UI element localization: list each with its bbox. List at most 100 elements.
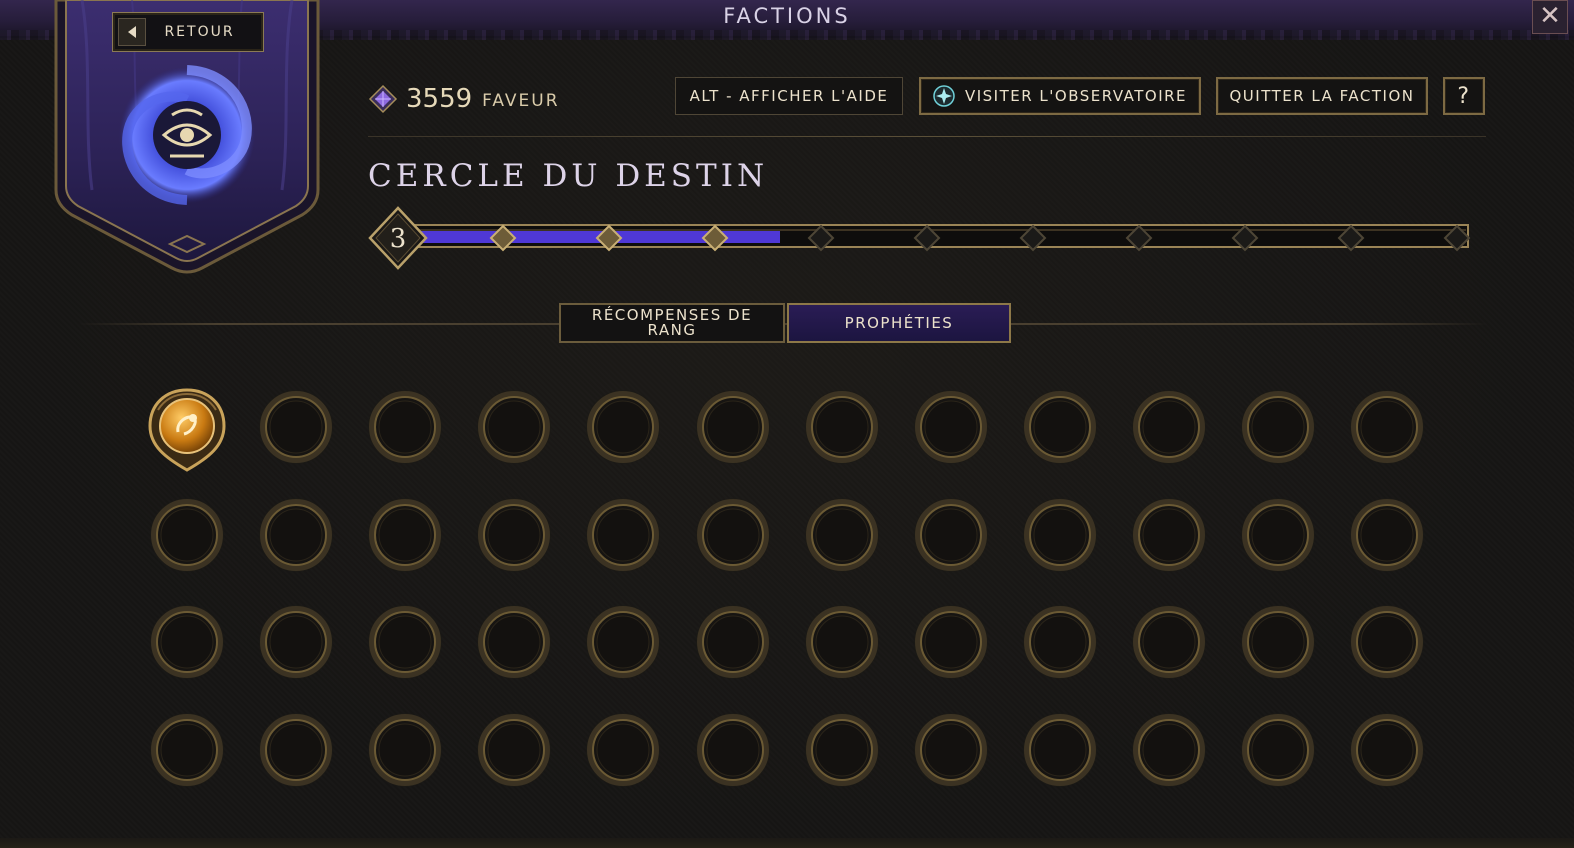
empty-slot-ring-icon [368,605,442,679]
prophecy-slot-empty[interactable] [366,496,444,574]
prophecy-slot-empty[interactable] [1348,496,1426,574]
prophecy-slot-empty[interactable] [694,496,772,574]
prophecy-slot-empty[interactable] [1239,711,1317,789]
tab-rank-rewards[interactable]: RÉCOMPENSES DE RANG [559,303,785,343]
faction-name: CERCLE DU DESTIN [368,158,769,194]
leave-faction-button[interactable]: QUITTER LA FACTION [1216,77,1428,115]
current-rank-badge: 3 [368,206,428,270]
prophecy-slot-empty[interactable] [1021,388,1099,466]
empty-slot-ring-icon [1241,713,1315,787]
prophecy-slot-empty[interactable] [366,388,444,466]
tab-prophecies-label: PROPHÉTIES [844,313,954,332]
prophecy-slot-empty[interactable] [1021,603,1099,681]
back-arrow-icon [118,18,146,46]
back-button-label: RETOUR [164,24,235,40]
prophecy-slot-empty[interactable] [1348,388,1426,466]
empty-slot-ring-icon [696,498,770,572]
empty-slot-ring-icon [150,605,224,679]
tab-prophecies[interactable]: PROPHÉTIES [787,303,1011,343]
close-button[interactable]: ✕ [1532,0,1568,34]
tab-rank-rewards-label: RÉCOMPENSES DE RANG [591,306,753,339]
empty-slot-ring-icon [1350,498,1424,572]
prophecy-slot-empty[interactable] [584,496,662,574]
empty-slot-ring-icon [1023,498,1097,572]
prophecy-slot-empty[interactable] [912,603,990,681]
prophecy-slot-empty[interactable] [475,711,553,789]
prophecy-slot-empty[interactable] [694,603,772,681]
empty-slot-ring-icon [586,498,660,572]
divider [368,136,1486,137]
empty-slot-ring-icon [805,498,879,572]
prophecy-slot-empty[interactable] [475,388,553,466]
favor-label: FAVEUR [482,91,560,111]
empty-slot-ring-icon [1241,390,1315,464]
empty-slot-ring-icon [696,390,770,464]
empty-slot-ring-icon [1132,605,1206,679]
prophecy-slot-empty[interactable] [257,388,335,466]
prophecy-slot-empty[interactable] [1348,603,1426,681]
prophecy-slot-empty[interactable] [1130,603,1208,681]
prophecy-slot-empty[interactable] [1130,388,1208,466]
favor-value: 3559 [406,84,473,114]
prophecy-slot-empty[interactable] [257,603,335,681]
prophecy-slot-empty[interactable] [912,711,990,789]
prophecy-slot-empty[interactable] [803,496,881,574]
prophecy-slot-empty[interactable] [803,711,881,789]
rank-progress-bar: 3 [368,206,1471,270]
prophecy-slot-empty[interactable] [148,496,226,574]
empty-slot-ring-icon [1350,390,1424,464]
current-rank-number: 3 [390,224,407,254]
empty-slot-ring-icon [696,605,770,679]
empty-slot-ring-icon [1023,390,1097,464]
favor-gem-icon [368,84,398,114]
golden-orb-prophecy-icon [148,388,226,472]
bottom-edge [0,838,1574,848]
empty-slot-ring-icon [1132,713,1206,787]
prophecy-slot-empty[interactable] [694,711,772,789]
visit-observatory-button[interactable]: VISITER L'OBSERVATOIRE [919,77,1201,115]
help-button[interactable]: ? [1443,77,1485,115]
prophecy-slot-empty[interactable] [257,496,335,574]
prophecy-slot-empty[interactable] [475,603,553,681]
prophecy-slot-empty[interactable] [1130,711,1208,789]
prophecy-slot-empty[interactable] [475,496,553,574]
prophecy-slot-empty[interactable] [1348,711,1426,789]
back-button[interactable]: RETOUR [112,12,264,52]
prophecy-slot-empty[interactable] [1021,496,1099,574]
help-hint-button[interactable]: ALT - AFFICHER L'AIDE [675,77,903,115]
prophecy-slot-empty[interactable] [366,711,444,789]
prophecy-slot-empty[interactable] [912,496,990,574]
empty-slot-ring-icon [477,390,551,464]
empty-slot-ring-icon [259,498,333,572]
empty-slot-ring-icon [914,390,988,464]
prophecy-slot-empty[interactable] [803,388,881,466]
empty-slot-ring-icon [1350,713,1424,787]
prophecy-slot-empty[interactable] [1130,496,1208,574]
prophecy-slot-empty[interactable] [1021,711,1099,789]
prophecy-slot-filled[interactable] [148,388,226,472]
prophecy-slot-empty[interactable] [584,711,662,789]
prophecy-slot-empty[interactable] [694,388,772,466]
prophecy-slot-empty[interactable] [1239,603,1317,681]
empty-slot-ring-icon [477,605,551,679]
empty-slot-ring-icon [150,498,224,572]
empty-slot-ring-icon [586,390,660,464]
empty-slot-ring-icon [914,605,988,679]
prophecy-slot-empty[interactable] [1239,496,1317,574]
eye-vortex-emblem-icon [119,65,255,205]
empty-slot-ring-icon [259,390,333,464]
empty-slot-ring-icon [1132,498,1206,572]
prophecy-slot-empty[interactable] [912,388,990,466]
prophecy-slot-empty[interactable] [584,603,662,681]
prophecy-slot-empty[interactable] [148,603,226,681]
prophecy-slot-empty[interactable] [257,711,335,789]
prophecy-slot-empty[interactable] [1239,388,1317,466]
prophecy-slot-empty[interactable] [148,711,226,789]
prophecy-slot-empty[interactable] [584,388,662,466]
prophecy-slot-empty[interactable] [366,603,444,681]
empty-slot-ring-icon [1241,605,1315,679]
prophecy-slot-empty[interactable] [803,603,881,681]
visit-observatory-label: VISITER L'OBSERVATOIRE [964,87,1188,105]
empty-slot-ring-icon [368,713,442,787]
empty-slot-ring-icon [1023,713,1097,787]
